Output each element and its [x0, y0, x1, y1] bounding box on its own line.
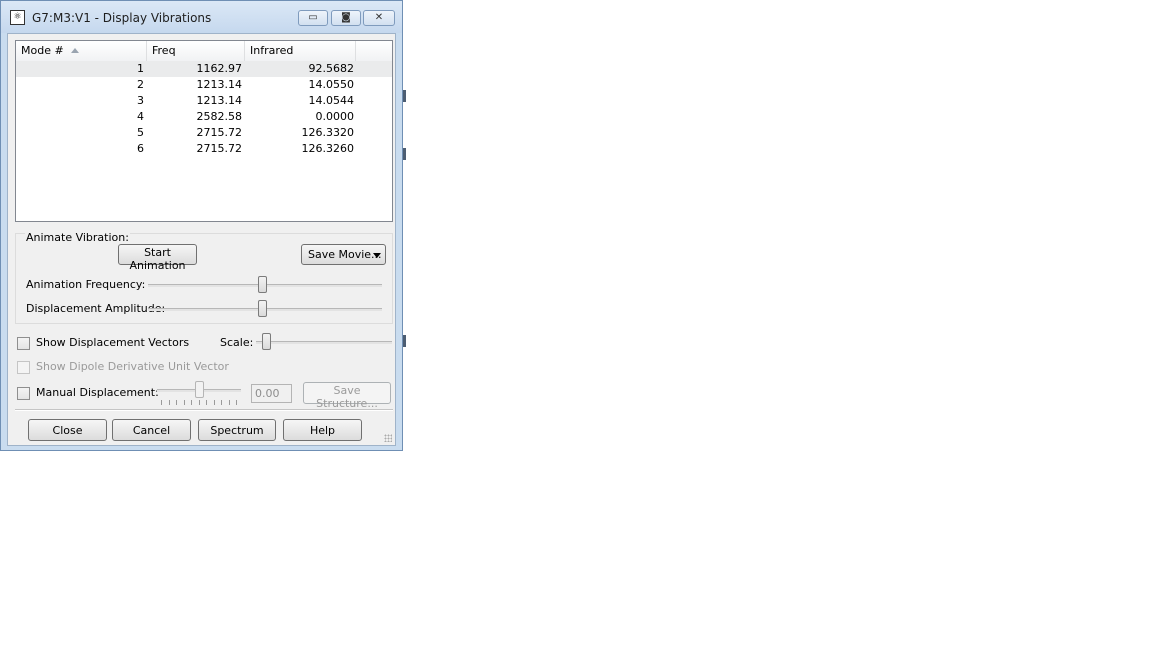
slider-tick — [161, 400, 162, 405]
slider-track — [256, 341, 392, 344]
maximize-button[interactable]: ◙ — [331, 10, 361, 26]
gaussview-app-icon: ⚛ — [10, 10, 25, 25]
background-window-edge — [403, 90, 406, 102]
mode-cell: 4 — [137, 110, 144, 123]
help-button[interactable]: Help — [283, 419, 362, 441]
save-movie-button[interactable]: Save Movie... — [301, 244, 386, 265]
freq-cell: 1213.14 — [196, 94, 243, 107]
animate-vibration-group: Animate Vibration: Start Animation Save … — [15, 231, 393, 324]
slider-tick — [236, 400, 237, 405]
mode-cell: 6 — [137, 142, 144, 155]
slider-thumb[interactable] — [258, 276, 267, 293]
spectrum-button[interactable]: Spectrum — [198, 419, 276, 441]
displacement-amplitude-slider[interactable] — [148, 298, 382, 320]
show-displacement-vectors-label: Show Displacement Vectors — [36, 336, 190, 349]
infrared-cell: 14.0550 — [308, 78, 355, 91]
manual-displacement-slider[interactable] — [157, 379, 241, 401]
slider-thumb[interactable] — [195, 381, 204, 398]
manual-displacement-ticks — [161, 400, 237, 406]
resize-grip[interactable] — [384, 434, 392, 442]
column-header-infrared[interactable]: Infrared — [245, 41, 356, 61]
infrared-cell: 0.0000 — [315, 110, 355, 123]
modes-list[interactable]: Mode # Freq Infrared 1 1162.97 92.5682 2 121… — [15, 40, 393, 222]
sort-ascending-icon — [71, 48, 79, 53]
title-bar[interactable]: ⚛ G7:M3:V1 - Display Vibrations ▭ ◙ ✕ — [1, 1, 402, 33]
manual-displacement-label: Manual Displacement: — [36, 386, 159, 399]
show-dipole-derivative-checkbox[interactable] — [17, 361, 30, 374]
freq-cell: 2715.72 — [196, 142, 243, 155]
close-window-button[interactable]: ✕ — [363, 10, 395, 26]
manual-displacement-checkbox[interactable] — [17, 387, 30, 400]
manual-displacement-value[interactable]: 0.00 — [251, 384, 292, 403]
table-row[interactable]: 2 1213.14 14.0550 — [16, 77, 392, 93]
show-displacement-vectors-checkbox[interactable] — [17, 337, 30, 350]
table-row[interactable]: 5 2715.72 126.3320 — [16, 125, 392, 141]
dialog-body: Mode # Freq Infrared 1 1162.97 92.5682 2 121… — [7, 33, 396, 446]
list-header: Mode # Freq Infrared — [16, 41, 392, 62]
save-structure-button[interactable]: Save Structure... — [303, 382, 391, 410]
window-title: G7:M3:V1 - Display Vibrations — [32, 11, 212, 25]
freq-cell: 2715.72 — [196, 126, 243, 139]
animation-frequency-slider[interactable] — [148, 274, 382, 296]
slider-tick — [221, 400, 222, 405]
slider-thumb[interactable] — [262, 333, 271, 350]
close-button[interactable]: Close — [28, 419, 107, 441]
column-header-filler — [356, 41, 392, 61]
table-row[interactable]: 4 2582.58 0.0000 — [16, 109, 392, 125]
mode-cell: 1 — [137, 62, 144, 75]
column-header-mode-label: Mode # — [21, 44, 64, 57]
freq-cell: 2582.58 — [196, 110, 243, 123]
save-movie-label: Save Movie... — [308, 248, 382, 261]
minimize-button[interactable]: ▭ — [298, 10, 328, 26]
animate-vibration-label: Animate Vibration: — [25, 231, 130, 244]
table-row[interactable]: 6 2715.72 126.3260 — [16, 141, 392, 157]
infrared-cell: 14.0544 — [308, 94, 355, 107]
infrared-cell: 126.3320 — [301, 126, 355, 139]
slider-tick — [199, 400, 200, 405]
infrared-cell: 92.5682 — [308, 62, 355, 75]
slider-tick — [229, 400, 230, 405]
slider-tick — [206, 400, 207, 405]
freq-cell: 1162.97 — [196, 62, 243, 75]
separator — [15, 409, 393, 411]
table-row[interactable]: 3 1213.14 14.0544 — [16, 93, 392, 109]
freq-cell: 1213.14 — [196, 78, 243, 91]
show-dipole-derivative-label: Show Dipole Derivative Unit Vector — [36, 360, 229, 373]
start-animation-button[interactable]: Start Animation — [118, 244, 197, 272]
mode-cell: 2 — [137, 78, 144, 91]
column-header-mode[interactable]: Mode # — [16, 41, 147, 61]
infrared-cell: 126.3260 — [301, 142, 355, 155]
animation-frequency-label: Animation Frequency: — [26, 278, 146, 291]
background-window-edge — [403, 335, 406, 347]
scale-label: Scale: — [220, 336, 254, 349]
slider-thumb[interactable] — [258, 300, 267, 317]
slider-tick — [191, 400, 192, 405]
background-window-edge — [403, 148, 406, 160]
slider-tick — [214, 400, 215, 405]
display-vibrations-window: ⚛ G7:M3:V1 - Display Vibrations ▭ ◙ ✕ Mo… — [0, 0, 403, 451]
scale-slider[interactable] — [256, 331, 392, 353]
slider-tick — [184, 400, 185, 405]
slider-tick — [169, 400, 170, 405]
mode-cell: 3 — [137, 94, 144, 107]
dropdown-arrow-icon — [373, 253, 381, 258]
mode-cell: 5 — [137, 126, 144, 139]
table-row[interactable]: 1 1162.97 92.5682 — [16, 61, 392, 77]
column-header-freq[interactable]: Freq — [147, 41, 245, 61]
cancel-button[interactable]: Cancel — [112, 419, 191, 441]
slider-tick — [176, 400, 177, 405]
displacement-amplitude-label: Displacement Amplitude: — [26, 302, 166, 315]
